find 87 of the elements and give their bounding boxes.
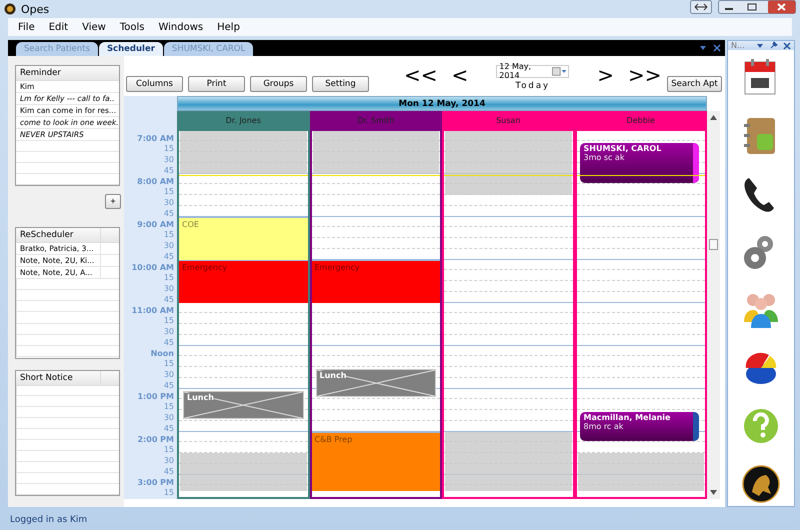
time-label: 45 xyxy=(162,338,175,348)
time-label: 15 xyxy=(162,445,175,456)
time-label: 11:00 AM xyxy=(130,306,175,316)
column-header: Debbie xyxy=(576,110,705,130)
time-label: 15 xyxy=(162,144,175,155)
toolbar-button[interactable]: Columns xyxy=(126,76,183,92)
scroll-up-icon[interactable] xyxy=(710,114,717,120)
nav-button[interactable]: >> xyxy=(628,64,662,84)
time-label: 8:00 AM xyxy=(136,176,175,188)
time-label: 30 xyxy=(162,241,175,252)
appointment-note: 3mo sc ak xyxy=(584,153,626,162)
list-header: Reminder xyxy=(19,66,62,80)
status-text: Logged in as Kim xyxy=(10,515,88,525)
time-label: 45 xyxy=(162,294,175,306)
app-icon xyxy=(4,3,16,15)
time-label: 2:00 PM xyxy=(136,434,175,446)
lunch-block[interactable]: Lunch xyxy=(183,390,304,419)
time-label: 30 xyxy=(162,370,175,381)
resize-icon[interactable] xyxy=(690,0,712,14)
nav-button[interactable]: < xyxy=(452,64,468,84)
dropdown-icon[interactable] xyxy=(699,44,707,52)
date-field[interactable]: 12 May, 2014 xyxy=(496,64,570,78)
lunch-block[interactable]: Lunch xyxy=(316,369,436,398)
appointment-card[interactable]: Macmillan, Melanie 8mo rc ak xyxy=(580,412,699,442)
menu-item[interactable]: Tools xyxy=(114,22,150,32)
time-label: 30 xyxy=(162,413,175,424)
time-label: 1:00 PM xyxy=(136,392,175,402)
menu-item[interactable]: Windows xyxy=(152,22,210,32)
scroll-down-icon[interactable] xyxy=(710,490,717,495)
time-label: 15 xyxy=(162,273,175,284)
close-icon[interactable] xyxy=(783,42,791,50)
schedule-block[interactable]: COE xyxy=(179,216,308,260)
time-label: 15 xyxy=(162,359,175,370)
window-title: Opes xyxy=(21,2,50,16)
menu-item[interactable]: View xyxy=(76,22,112,32)
column-header: Dr. Jones xyxy=(179,110,308,130)
window-controls[interactable] xyxy=(718,0,796,14)
scroll-thumb[interactable] xyxy=(709,239,718,250)
tab[interactable]: Scheduler xyxy=(98,42,163,56)
pin-icon[interactable] xyxy=(769,41,778,50)
time-label: 45 xyxy=(162,466,175,478)
time-label: 30 xyxy=(162,327,175,338)
patient-name: Macmillan, Melanie xyxy=(584,413,672,422)
time-label: 15 xyxy=(162,316,175,327)
time-label: 30 xyxy=(162,155,175,166)
menu-item[interactable]: Edit xyxy=(42,22,74,32)
patient-name: SHUMSKI, CAROL xyxy=(584,144,662,154)
time-label: 15 xyxy=(162,402,175,413)
toolbar-button[interactable]: Groups xyxy=(250,76,307,92)
appointment-card[interactable]: SHUMSKI, CAROL 3mo sc ak xyxy=(580,143,699,184)
time-label: 45 xyxy=(162,252,175,262)
today-link[interactable]: Today xyxy=(515,80,550,90)
time-label: 30 xyxy=(162,456,175,467)
column-header: Susan xyxy=(444,110,572,130)
column-header: Dr. Smith xyxy=(312,110,440,130)
appointment-note: 8mo rc ak xyxy=(584,422,624,431)
nav-button[interactable]: > xyxy=(597,64,614,84)
menu-item[interactable]: Help xyxy=(211,22,246,32)
time-label: 9:00 AM xyxy=(136,220,175,230)
menu-item[interactable]: File xyxy=(12,22,41,32)
time-label: 45 xyxy=(162,380,175,392)
dropdown-icon[interactable] xyxy=(756,42,764,50)
nav-button[interactable]: << xyxy=(404,64,438,84)
toolbar-button[interactable]: Print xyxy=(188,76,245,92)
toolbar-button[interactable]: Setting xyxy=(312,76,369,92)
time-label: 3:00 PM xyxy=(136,478,175,488)
scrollbar[interactable] xyxy=(707,110,720,499)
date-header: Mon 12 May, 2014 xyxy=(177,96,707,110)
time-label: 30 xyxy=(162,284,175,295)
list-header: Short Notice xyxy=(19,372,74,384)
time-label: 45 xyxy=(162,166,175,176)
time-label: 45 xyxy=(162,208,175,220)
add-button[interactable]: + xyxy=(105,194,121,208)
time-label: 45 xyxy=(162,424,175,434)
time-label: 15 xyxy=(162,488,175,499)
calendar-dropdown-icon[interactable] xyxy=(552,66,566,76)
date-value: 12 May, 2014 xyxy=(499,62,532,80)
time-label: Noon xyxy=(150,348,175,360)
time-label: 15 xyxy=(162,230,175,241)
time-label: 10:00 AM xyxy=(130,262,175,274)
panel-title: N... xyxy=(731,41,746,50)
time-label: 15 xyxy=(162,187,175,198)
list-header: ReScheduler xyxy=(19,228,74,242)
time-label: 7:00 AM xyxy=(136,134,175,144)
search-button[interactable]: Search Apt xyxy=(667,76,722,92)
close-icon[interactable] xyxy=(713,44,721,52)
time-label: 30 xyxy=(162,198,175,209)
